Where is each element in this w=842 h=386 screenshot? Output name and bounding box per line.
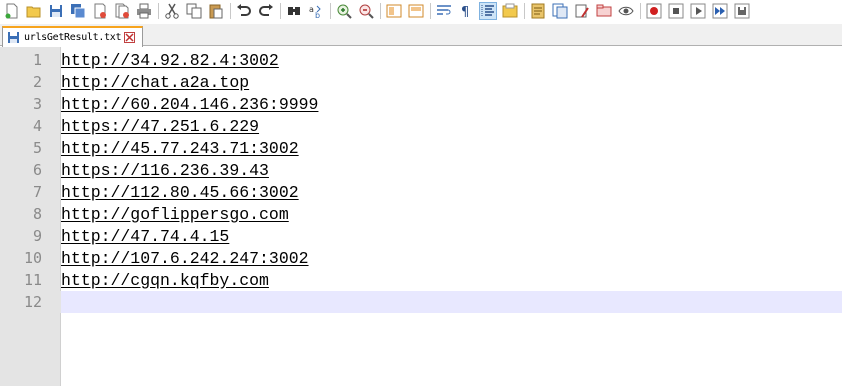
undo-icon[interactable]	[236, 3, 252, 19]
copy-icon[interactable]	[186, 3, 202, 19]
record-macro-icon[interactable]	[646, 3, 662, 19]
line-number: 8	[32, 205, 42, 223]
print-icon[interactable]	[136, 3, 152, 19]
show-all-characters-icon[interactable]: ¶	[458, 3, 474, 19]
svg-text:a: a	[309, 5, 314, 14]
line-number: 10	[23, 249, 42, 267]
line-number: 3	[32, 95, 42, 113]
toolbar-separator	[640, 3, 641, 19]
toolbar-separator	[158, 3, 159, 19]
editor-line[interactable]: 5 http://45.77.243.71:3002	[0, 137, 842, 159]
paste-icon[interactable]	[208, 3, 224, 19]
cut-icon[interactable]	[164, 3, 180, 19]
toolbar-separator	[380, 3, 381, 19]
save-macro-icon[interactable]	[734, 3, 750, 19]
toolbar-separator	[330, 3, 331, 19]
zoom-out-icon[interactable]	[358, 3, 374, 19]
monitoring-icon[interactable]	[596, 3, 612, 19]
line-number: 2	[32, 73, 42, 91]
toolbar-separator	[230, 3, 231, 19]
editor-line[interactable]: 9 http://47.74.4.15	[0, 225, 842, 247]
find-icon[interactable]	[286, 3, 302, 19]
editor-line[interactable]: 8 http://goflippersgo.com	[0, 203, 842, 225]
indent-guide-icon[interactable]	[479, 2, 497, 20]
play-macro-icon[interactable]	[690, 3, 706, 19]
tab-strip: urlsGetResult.txt	[0, 24, 842, 47]
toolbar-separator	[430, 3, 431, 19]
document-map-icon[interactable]	[530, 3, 546, 19]
folder-workspace-icon[interactable]	[574, 3, 590, 19]
editor-line[interactable]: 6 https://116.236.39.43	[0, 159, 842, 181]
svg-text:¶: ¶	[461, 5, 469, 19]
word-wrap-icon[interactable]	[436, 3, 452, 19]
line-text[interactable]: http://cgqn.kqfby.com	[61, 271, 269, 290]
line-number: 4	[32, 117, 42, 135]
eye-icon[interactable]	[618, 3, 634, 19]
line-text[interactable]: https://116.236.39.43	[61, 161, 269, 180]
save-icon	[7, 31, 20, 44]
toolbar-separator	[280, 3, 281, 19]
line-text[interactable]: http://45.77.243.71:3002	[61, 139, 299, 158]
open-file-icon[interactable]	[26, 3, 42, 19]
toolbar: ab ¶	[0, 0, 842, 22]
sync-horizontal-icon[interactable]	[408, 3, 424, 19]
line-text[interactable]: http://chat.a2a.top	[61, 73, 249, 92]
new-file-icon[interactable]	[4, 3, 20, 19]
line-number: 9	[32, 227, 42, 245]
close-tab-icon[interactable]	[124, 32, 136, 43]
line-text[interactable]: http://60.204.146.236:9999	[61, 95, 318, 114]
replace-icon[interactable]: ab	[308, 3, 324, 19]
editor-line[interactable]: 3 http://60.204.146.236:9999	[0, 93, 842, 115]
line-number: 11	[23, 271, 42, 289]
tab-label: urlsGetResult.txt	[24, 32, 122, 43]
redo-icon[interactable]	[258, 3, 274, 19]
editor-line[interactable]: 1 http://34.92.82.4:3002	[0, 49, 842, 71]
stop-macro-icon[interactable]	[668, 3, 684, 19]
svg-text:b: b	[315, 11, 320, 19]
close-all-icon[interactable]	[114, 3, 130, 19]
user-language-icon[interactable]	[502, 3, 518, 19]
line-text[interactable]: https://47.251.6.229	[61, 117, 259, 136]
function-list-icon[interactable]	[552, 3, 568, 19]
editor-line-current[interactable]: 12	[0, 291, 842, 313]
line-text[interactable]: http://107.6.242.247:3002	[61, 249, 309, 268]
line-number: 6	[32, 161, 42, 179]
line-text[interactable]: http://goflippersgo.com	[61, 205, 289, 224]
sync-vertical-icon[interactable]	[386, 3, 402, 19]
line-number: 12	[0, 291, 61, 313]
editor-line[interactable]: 2 http://chat.a2a.top	[0, 71, 842, 93]
line-text[interactable]: http://47.74.4.15	[61, 227, 229, 246]
save-icon[interactable]	[48, 3, 64, 19]
editor-line[interactable]: 11 http://cgqn.kqfby.com	[0, 269, 842, 291]
line-number: 7	[32, 183, 42, 201]
editor-line[interactable]: 4 https://47.251.6.229	[0, 115, 842, 137]
zoom-in-icon[interactable]	[336, 3, 352, 19]
editor-line[interactable]: 7 http://112.80.45.66:3002	[0, 181, 842, 203]
editor-lines: 1 http://34.92.82.4:3002 2 http://chat.a2a…	[0, 49, 842, 313]
run-macro-multiple-icon[interactable]	[712, 3, 728, 19]
line-number: 5	[32, 139, 42, 157]
line-text[interactable]: http://34.92.82.4:3002	[61, 51, 279, 70]
editor-line[interactable]: 10 http://107.6.242.247:3002	[0, 247, 842, 269]
line-number: 1	[32, 51, 42, 69]
text-editor[interactable]: 1 http://34.92.82.4:3002 2 http://chat.a2a…	[0, 47, 842, 386]
toolbar-separator	[524, 3, 525, 19]
close-icon[interactable]	[92, 3, 108, 19]
tab-urlsgetresult[interactable]: urlsGetResult.txt	[2, 26, 143, 47]
save-all-icon[interactable]	[70, 3, 86, 19]
line-text[interactable]: http://112.80.45.66:3002	[61, 183, 299, 202]
